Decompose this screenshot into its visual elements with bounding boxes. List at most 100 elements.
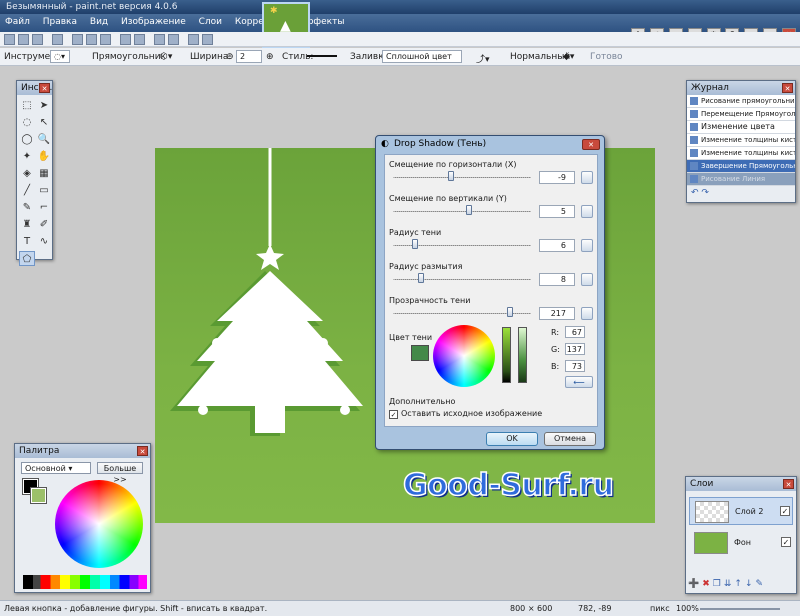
reset-icon[interactable] [581, 273, 593, 286]
tool-select-icon[interactable]: ◌▾ [50, 50, 70, 63]
param-value-input[interactable]: 5 [539, 205, 575, 218]
shape-type-icon[interactable]: ⬡▾ [160, 52, 172, 62]
history-item-current[interactable]: Завершение Прямоугольник [687, 160, 795, 173]
more-colors-button[interactable]: Больше >> [97, 462, 143, 484]
reset-icon[interactable] [581, 205, 593, 218]
move-down-icon[interactable]: ↓ [745, 579, 756, 589]
param-slider-knob[interactable] [417, 273, 424, 283]
lasso-icon[interactable]: ◌ [19, 115, 35, 130]
layers-panel-close-button[interactable]: ✕ [783, 479, 794, 489]
unit-select[interactable]: пикс [650, 604, 670, 613]
r-input[interactable]: 67 [565, 326, 585, 338]
redo-arrow-icon[interactable]: ↷ [701, 188, 709, 198]
history-item[interactable]: Рисование прямоугольника [687, 95, 795, 108]
menu-image[interactable]: Изображение [116, 14, 191, 30]
history-item[interactable]: Изменение цвета [687, 121, 795, 134]
palette-panel-close-button[interactable]: ✕ [137, 446, 148, 456]
zoom-value[interactable]: 100% [676, 604, 699, 613]
gradient-icon[interactable]: ▦ [36, 166, 52, 181]
param-value-input[interactable]: 217 [539, 307, 575, 320]
move-selected-icon[interactable]: ➤ [36, 98, 52, 113]
new-image-icon[interactable] [4, 34, 15, 45]
param-value-input[interactable]: 6 [539, 239, 575, 252]
param-slider-track[interactable] [393, 211, 531, 212]
move-selection-icon[interactable]: ↖ [36, 115, 52, 130]
fill-select[interactable]: Сплошной цвет [382, 50, 462, 63]
saturation-slider-bar[interactable] [518, 327, 527, 383]
magic-wand-icon[interactable]: ✦ [19, 149, 35, 164]
color-reset-button[interactable]: ⟵ [565, 376, 593, 388]
selection-mode-icon[interactable]: ◆▾ [563, 52, 574, 62]
shape-select[interactable]: Прямоугольник [92, 52, 166, 62]
tools-panel-close-button[interactable]: ✕ [39, 83, 50, 93]
layer-properties-icon[interactable]: ✎ [755, 579, 766, 589]
redo-icon[interactable] [168, 34, 179, 45]
pan-icon[interactable]: ✋ [36, 149, 52, 164]
menu-view[interactable]: Вид [85, 14, 113, 30]
rect-select-icon[interactable]: ⬚ [19, 98, 35, 113]
grid-icon[interactable] [188, 34, 199, 45]
delete-layer-icon[interactable]: ✖ [702, 579, 713, 589]
param-slider-track[interactable] [393, 279, 531, 280]
deselect-icon[interactable] [134, 34, 145, 45]
param-value-input[interactable]: -9 [539, 171, 575, 184]
duplicate-layer-icon[interactable]: ❐ [713, 579, 724, 589]
menu-file[interactable]: Файл [0, 14, 35, 30]
crop-icon[interactable] [120, 34, 131, 45]
secondary-color-swatch[interactable] [30, 487, 47, 504]
color-picker-icon[interactable]: ⌐ [36, 200, 52, 215]
checkbox-box[interactable]: ✓ [389, 410, 398, 419]
palette-color-wheel[interactable] [55, 480, 143, 568]
paint-bucket-icon[interactable]: ◈ [19, 166, 35, 181]
value-slider-bar[interactable] [502, 327, 511, 383]
param-slider-knob[interactable] [412, 239, 419, 249]
param-slider-knob[interactable] [507, 307, 514, 317]
param-slider-knob[interactable] [465, 205, 472, 215]
blend-mode-select[interactable]: Нормальный [510, 52, 570, 62]
paintbrush-icon[interactable]: ╱ [19, 183, 35, 198]
g-input[interactable]: 137 [565, 343, 585, 355]
param-slider-knob[interactable] [447, 171, 454, 181]
undo-icon[interactable] [154, 34, 165, 45]
palette-color-strip[interactable] [23, 575, 147, 589]
zoom-icon[interactable]: 🔍 [36, 132, 52, 147]
history-item[interactable]: Перемещение Прямоугольник [687, 108, 795, 121]
menu-layers[interactable]: Слои [194, 14, 227, 30]
history-item[interactable]: Изменение толщины кисти [687, 134, 795, 147]
dialog-close-button[interactable]: ✕ [582, 139, 600, 150]
reset-icon[interactable] [581, 239, 593, 252]
reset-icon[interactable] [581, 171, 593, 184]
history-item[interactable]: Изменение толщины кисти [687, 147, 795, 160]
done-button[interactable]: Готово [590, 52, 623, 62]
pencil-icon[interactable]: ✎ [19, 200, 35, 215]
move-up-icon[interactable]: ↑ [734, 579, 745, 589]
merge-layer-icon[interactable]: ⇊ [724, 579, 735, 589]
menu-edit[interactable]: Правка [38, 14, 82, 30]
b-input[interactable]: 73 [565, 360, 585, 372]
width-minus-icon[interactable]: ⊖ [226, 52, 234, 62]
rulers-icon[interactable] [202, 34, 213, 45]
eraser-icon[interactable]: ▭ [36, 183, 52, 198]
palette-mode-select[interactable]: Основной ▾ [21, 462, 91, 474]
ok-button[interactable]: OK [486, 432, 538, 446]
cut-icon[interactable] [72, 34, 83, 45]
layer-row[interactable]: Фон ✓ [689, 529, 793, 557]
shapes-icon[interactable]: ⬠ [19, 251, 35, 266]
add-layer-icon[interactable]: ➕ [688, 579, 702, 589]
layer-visible-checkbox[interactable]: ✓ [780, 506, 790, 516]
copy-icon[interactable] [86, 34, 97, 45]
width-input[interactable]: 2 [236, 50, 262, 63]
param-value-input[interactable]: 8 [539, 273, 575, 286]
open-icon[interactable] [18, 34, 29, 45]
print-icon[interactable] [52, 34, 63, 45]
clone-stamp-icon[interactable]: ♜ [19, 217, 35, 232]
ellipse-select-icon[interactable]: ◯ [19, 132, 35, 147]
cancel-button[interactable]: Отмена [544, 432, 596, 446]
shadow-color-wheel[interactable] [433, 325, 495, 387]
layer-visible-checkbox[interactable]: ✓ [781, 537, 791, 547]
antialias-icon[interactable]: ⤴▾ [476, 52, 490, 65]
history-item-redo[interactable]: Рисование Линия [687, 173, 795, 186]
history-panel-close-button[interactable]: ✕ [782, 83, 793, 93]
save-icon[interactable] [32, 34, 43, 45]
zoom-slider[interactable] [700, 608, 780, 610]
